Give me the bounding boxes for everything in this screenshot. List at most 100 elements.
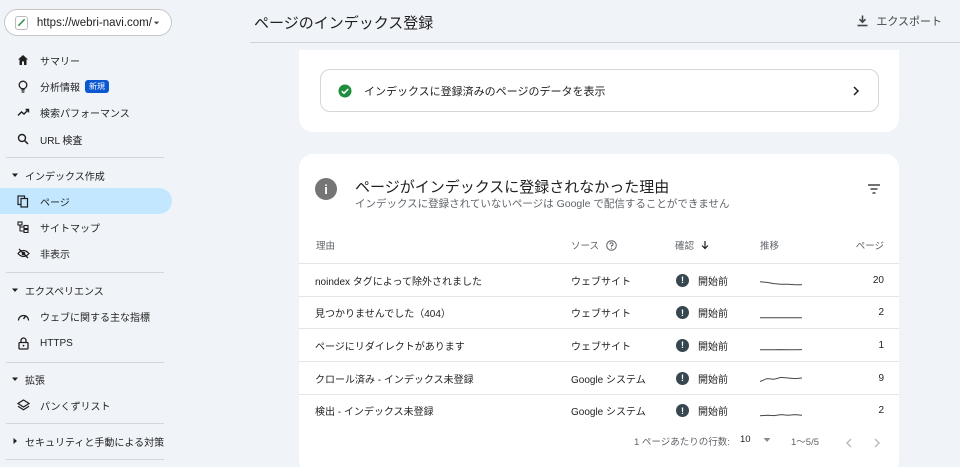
section-label: 拡張 xyxy=(25,375,45,387)
sidebar-item-label: サイトマップ xyxy=(40,223,100,235)
column-header-reason[interactable]: 理由 xyxy=(316,238,335,252)
alert-circle-icon: ! xyxy=(676,404,689,418)
sidebar-item-label: パンくずリスト xyxy=(40,401,111,413)
property-icon xyxy=(15,15,28,30)
export-label: エクスポート xyxy=(876,16,942,28)
help-icon[interactable] xyxy=(606,239,617,251)
caret-down-icon xyxy=(12,288,18,292)
source-cell: Google システム xyxy=(571,407,646,419)
sidebar-item-label: ウェブに関する主な指標 xyxy=(40,312,150,324)
trend-sparkline xyxy=(760,281,802,286)
trend-sparkline xyxy=(760,349,802,351)
trend-sparkline xyxy=(760,376,802,383)
reason-cell: ページにリダイレクトがあります xyxy=(315,341,465,353)
next-page-icon[interactable] xyxy=(873,438,881,448)
sidebar-divider xyxy=(6,423,164,424)
section-experience[interactable]: エクスペリエンス xyxy=(0,277,172,303)
previous-page-icon[interactable] xyxy=(845,438,853,448)
table-row[interactable]: noindex タグによって除外されました ウェブサイト! 開始前 20 xyxy=(299,263,899,296)
section-enhancements[interactable]: 拡張 xyxy=(0,366,172,392)
validation-cell: ! 開始前 xyxy=(676,297,751,329)
sidebar: https://webri-navi.com/ サマリー 分析情報 新規 検索パ… xyxy=(0,0,180,467)
sidebar-item-performance[interactable]: 検索パフォーマンス xyxy=(0,99,172,125)
chevron-right-icon xyxy=(853,85,860,96)
sidebar-item-url-inspection[interactable]: URL 検査 xyxy=(0,126,172,152)
not-indexed-subtitle: インデックスに登録されていないページは Google で配信することができません xyxy=(355,198,730,210)
sidebar-item-label: 分析情報 xyxy=(40,82,80,94)
section-label: エクスペリエンス xyxy=(25,286,104,298)
layers-icon xyxy=(16,398,30,412)
trend-sparkline xyxy=(760,413,802,417)
alert-circle-icon: ! xyxy=(676,338,689,352)
table-row[interactable]: 見つかりませんでした（404） ウェブサイト! 開始前 2 xyxy=(299,295,899,329)
sidebar-item-sitemaps[interactable]: サイトマップ xyxy=(0,214,172,240)
new-badge: 新規 xyxy=(85,79,109,93)
column-header-source-label: ソース xyxy=(571,241,600,252)
sidebar-item-breadcrumbs[interactable]: パンくずリスト xyxy=(0,392,172,418)
sitemap-icon xyxy=(16,220,30,234)
table-row[interactable]: ページにリダイレクトがあります ウェブサイト ! 開始前 1 xyxy=(299,328,899,361)
reason-cell: クロール済み - インデックス未登録 xyxy=(315,374,474,386)
chevron-down-icon xyxy=(153,21,160,24)
reason-cell: noindex タグによって除外されました xyxy=(315,276,483,288)
rows-per-page-select[interactable]: 10 xyxy=(740,434,771,445)
trending-up-icon xyxy=(16,105,30,119)
sidebar-item-label: サマリー xyxy=(40,56,80,68)
filter-icon[interactable] xyxy=(867,184,881,194)
validation-cell: ! 開始前 xyxy=(676,329,751,361)
sidebar-item-summary[interactable]: サマリー xyxy=(0,47,172,73)
source-cell: ウェブサイト xyxy=(571,341,631,353)
lock-icon xyxy=(16,336,30,350)
sidebar-item-https[interactable]: HTTPS xyxy=(0,330,172,356)
validation-status: 開始前 xyxy=(698,309,728,321)
source-cell: ウェブサイト xyxy=(571,276,631,288)
sparkline-path xyxy=(760,376,802,383)
alert-circle-icon: ! xyxy=(676,371,689,385)
pages-icon xyxy=(16,194,30,208)
caret-down-icon xyxy=(12,377,18,381)
validation-status: 開始前 xyxy=(698,276,728,288)
sparkline-path xyxy=(760,281,802,286)
search-icon xyxy=(16,132,30,146)
indexed-pages-link[interactable]: インデックスに登録済みのページのデータを表示 xyxy=(320,69,879,112)
validation-cell: ! 開始前 xyxy=(676,362,751,394)
pages-count-cell: 1 xyxy=(878,339,884,351)
validation-cell: ! 開始前 xyxy=(676,264,751,296)
export-button[interactable]: エクスポート xyxy=(857,13,942,29)
sidebar-item-removals[interactable]: 非表示 xyxy=(0,240,172,266)
sidebar-divider xyxy=(6,362,164,363)
reason-cell: 検出 - インデックス未登録 xyxy=(315,407,434,419)
property-selector[interactable]: https://webri-navi.com/ xyxy=(4,9,172,36)
sidebar-item-pages[interactable]: ページ xyxy=(0,188,172,214)
section-label: セキュリティと手動による対策 xyxy=(25,437,165,449)
property-url: https://webri-navi.com/ xyxy=(36,16,152,29)
rows-per-page-value: 10 xyxy=(740,434,751,445)
pages-count-cell: 9 xyxy=(878,372,884,384)
trend-cell xyxy=(760,395,805,427)
lightbulb-icon xyxy=(16,79,30,93)
pagination-range: 1〜5/5 xyxy=(791,437,819,448)
not-indexed-title: ページがインデックスに登録されなかった理由 xyxy=(355,179,670,196)
pages-count-cell: 2 xyxy=(878,405,884,417)
sidebar-item-label: 検索パフォーマンス xyxy=(40,108,130,120)
indexed-link-label: インデックスに登録済みのページのデータを表示 xyxy=(364,85,606,98)
caret-right-icon xyxy=(13,438,17,444)
caret-down-icon xyxy=(763,437,771,442)
column-header-pages[interactable]: ページ xyxy=(839,238,884,252)
check-circle-icon xyxy=(338,84,352,97)
table-row[interactable]: 検出 - インデックス未登録 Google システム ! 開始前 2 xyxy=(299,393,899,427)
column-header-source[interactable]: ソース xyxy=(571,238,617,252)
download-icon xyxy=(857,15,868,27)
section-indexing[interactable]: インデックス作成 xyxy=(0,162,172,188)
section-security[interactable]: セキュリティと手動による対策 xyxy=(0,428,172,454)
sidebar-item-label: ページ xyxy=(40,197,70,209)
table-row[interactable]: クロール済み - インデックス未登録 Google システム! 開始前 9 xyxy=(299,361,899,394)
validation-cell: ! 開始前 xyxy=(676,395,751,427)
sidebar-item-core-web-vitals[interactable]: ウェブに関する主な指標 xyxy=(0,303,172,329)
home-icon xyxy=(16,53,30,67)
sidebar-item-insights[interactable]: 分析情報 新規 xyxy=(0,73,172,99)
info-icon: i xyxy=(315,178,337,200)
section-label: インデックス作成 xyxy=(25,171,105,183)
column-header-validation[interactable]: 確認 xyxy=(675,238,709,252)
arrow-down-icon xyxy=(701,241,709,250)
